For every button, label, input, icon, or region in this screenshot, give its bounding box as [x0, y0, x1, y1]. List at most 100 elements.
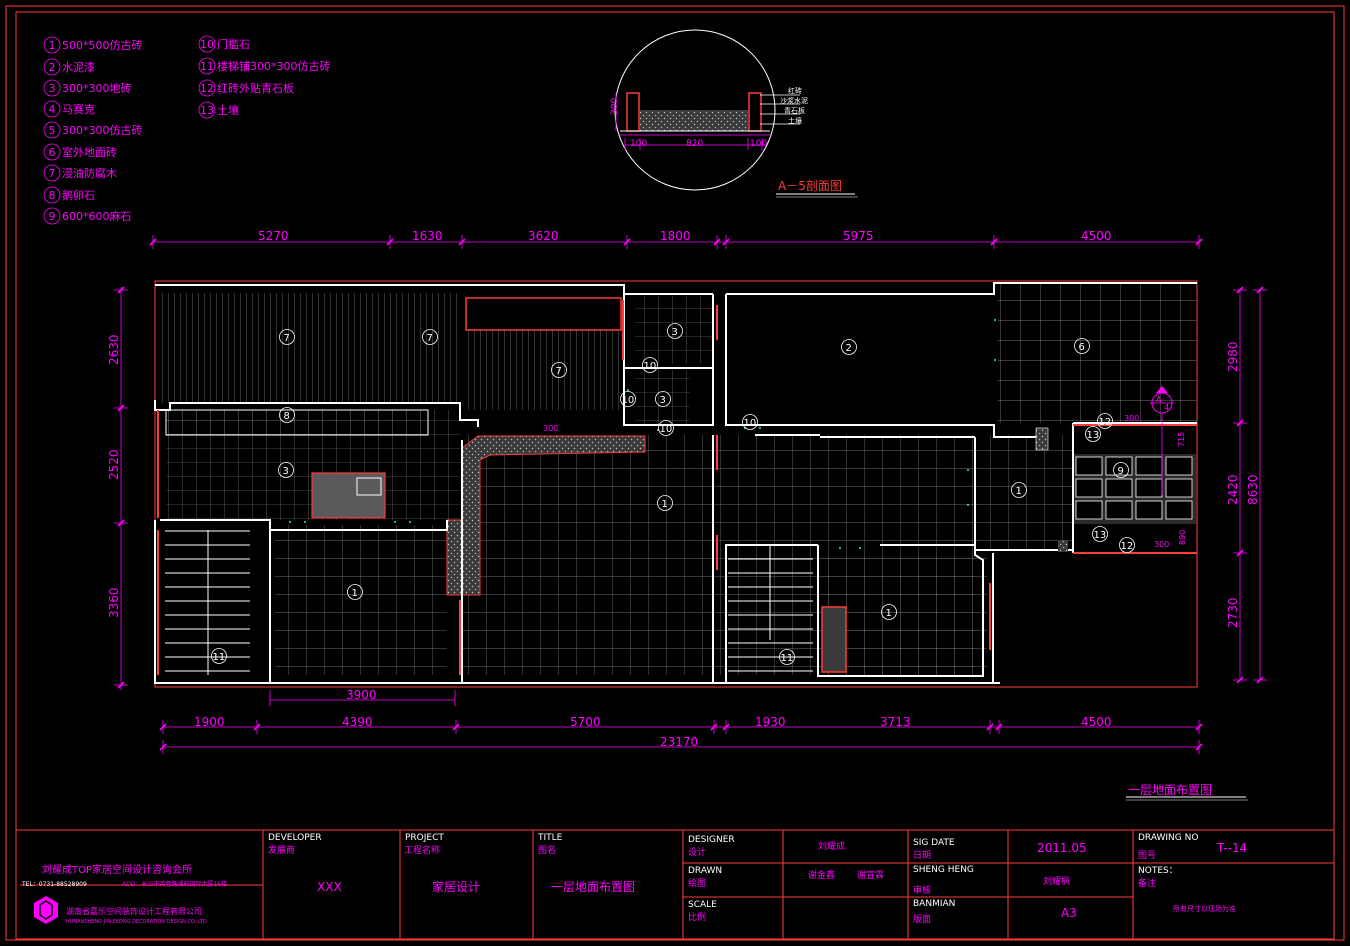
section-dim-3: 100 [750, 139, 767, 149]
room-label: 7 [427, 333, 433, 344]
title-value: 一层地面布置图 [551, 880, 635, 894]
section-dim-4: 300 [610, 98, 620, 115]
room-label: 8 [284, 411, 290, 422]
room-label: 11 [781, 653, 794, 664]
section-label-4: 土壤 [788, 116, 802, 125]
room-label: 12 [1121, 541, 1134, 552]
room-label: 3 [283, 466, 289, 477]
developer-heading: DEVELOPER [268, 833, 322, 843]
small-dim-2: 300 [1124, 414, 1139, 423]
legend-number: 1 [49, 39, 56, 52]
floor-plan-drawing: 1 500*500仿古砖 2 水泥漆 3 300*300地砖 4 马赛克 5 300*300仿古砖… [5, 5, 1345, 941]
title-block-text: 刘耀成TOP家居空间设计咨询会所 TEL：0731-88528909 ADD：长… [21, 833, 1247, 925]
room-label: 7 [556, 366, 562, 377]
left-dim-1: 2630 [107, 334, 121, 365]
company-addr: ADD：长沙市芙蓉路湘府国际大厦16楼 [122, 880, 227, 888]
room-label: 3 [672, 327, 678, 338]
title-heading: TITLE [537, 833, 563, 843]
shenheng-sub: 审核 [913, 884, 931, 896]
legend-item: 浸油防腐木 [62, 166, 117, 180]
room-label: 1 [886, 608, 892, 619]
small-dim-3: 300 [1154, 540, 1169, 549]
left-dim-2: 2520 [107, 449, 121, 480]
developer-value: XXX [317, 880, 342, 894]
section-detail: 100 820 100 300 红砖 沙浆水泥 青石板 土壤 A－5剖面图 [610, 29, 858, 198]
sigdate-heading: SIG DATE [913, 838, 955, 848]
banmian-sub: 版面 [913, 913, 931, 925]
legend-number: 5 [49, 124, 56, 137]
room-label: 1 [1016, 486, 1022, 497]
legend-item: 鹅卵石 [62, 188, 95, 202]
section-dim-1: 100 [630, 139, 647, 149]
room-label: 13 [1094, 530, 1107, 541]
legend-number: 8 [49, 189, 56, 202]
room-label: 11 [213, 652, 226, 663]
notes-heading: NOTES： [1138, 866, 1178, 876]
legend-item: 300*300仿古砖 [62, 123, 143, 137]
small-dim-5: 890 [1178, 530, 1187, 545]
company-tel: TEL：0731-88528909 [21, 881, 87, 888]
logo-cn: 湖南省嘉乐空间装饰设计工程有限公司 [66, 906, 202, 916]
right-dim-2: 2420 [1226, 474, 1240, 505]
logo-en: HUNANSHENG JIALEKONG DECORATION DESIGN C… [66, 919, 207, 925]
legend-number: 2 [49, 61, 56, 74]
legend-number: 4 [49, 103, 56, 116]
legend-number: 9 [49, 210, 56, 223]
top-dim-2: 1630 [412, 229, 443, 243]
right-dim-3: 2730 [1226, 597, 1240, 628]
right-total: 8630 [1246, 474, 1260, 505]
legend-item: 室外地面砖 [62, 145, 117, 159]
marker-label: A [1156, 395, 1162, 404]
drawn-heading: DRAWN [688, 866, 722, 876]
legend-item: 楼梯铺300*300仿古砖 [217, 59, 331, 73]
legend-number: 3 [49, 82, 56, 95]
section-label-1: 红砖 [788, 86, 802, 95]
small-dim-1: 300 [543, 424, 558, 433]
room-label: 10 [660, 424, 673, 435]
top-dim-5: 5975 [843, 229, 874, 243]
drawn-value-2: 谢宣霖 [857, 869, 884, 881]
room-label: 1 [352, 588, 358, 599]
company-name: 刘耀成TOP家居空间设计咨询会所 [42, 863, 192, 876]
inner-dim: 3900 [346, 688, 377, 702]
room-label: 13 [1087, 430, 1100, 441]
legend-number: 13 [200, 104, 214, 117]
small-dim-4: 715 [1177, 432, 1186, 447]
bottom-dim-5: 3713 [880, 715, 911, 729]
legend-item: 红砖外贴青石板 [217, 81, 294, 95]
banmian-heading: BANMIAN [913, 899, 955, 909]
developer-sub: 发展商 [268, 844, 295, 856]
marker-number: 4 [1164, 403, 1169, 412]
drawingno-value: T--14 [1216, 841, 1247, 855]
notes-value: 所有尺寸以现场为准 [1173, 904, 1236, 913]
project-heading: PROJECT [405, 833, 444, 843]
bottom-dim-4: 1930 [755, 715, 786, 729]
top-dim-1: 5270 [258, 229, 289, 243]
section-dim-2: 820 [686, 139, 703, 149]
room-label: 3 [660, 395, 666, 406]
room-label: 10 [622, 395, 635, 406]
room-label: 9 [1118, 466, 1124, 477]
room-label: 6 [1079, 342, 1085, 353]
legend-number: 12 [200, 82, 214, 95]
room-label: 2 [846, 343, 852, 354]
room-label: 7 [284, 333, 290, 344]
top-dim-4: 1800 [660, 229, 691, 243]
section-title: A－5剖面图 [778, 179, 842, 193]
drawn-value-1: 谢金鑫 [808, 869, 835, 881]
legend-item: 500*500仿古砖 [62, 38, 143, 52]
room-label: 10 [644, 361, 657, 372]
bottom-dim-3: 5700 [570, 715, 601, 729]
drawn-sub: 绘图 [688, 877, 706, 889]
room-label: 1 [662, 499, 668, 510]
drawingno-heading: DRAWING NO [1138, 833, 1198, 843]
designer-sub: 设计 [688, 846, 706, 858]
right-dim-1: 2980 [1226, 341, 1240, 372]
left-dim-3: 3360 [107, 587, 121, 618]
legend-item: 水泥漆 [62, 61, 95, 74]
legend-item: 马赛克 [62, 102, 95, 116]
legend-item: 门槛石 [217, 37, 250, 51]
project-sub: 工程名称 [404, 844, 440, 856]
scale-sub: 比例 [688, 911, 706, 923]
legend-item: 土壤 [217, 103, 239, 117]
